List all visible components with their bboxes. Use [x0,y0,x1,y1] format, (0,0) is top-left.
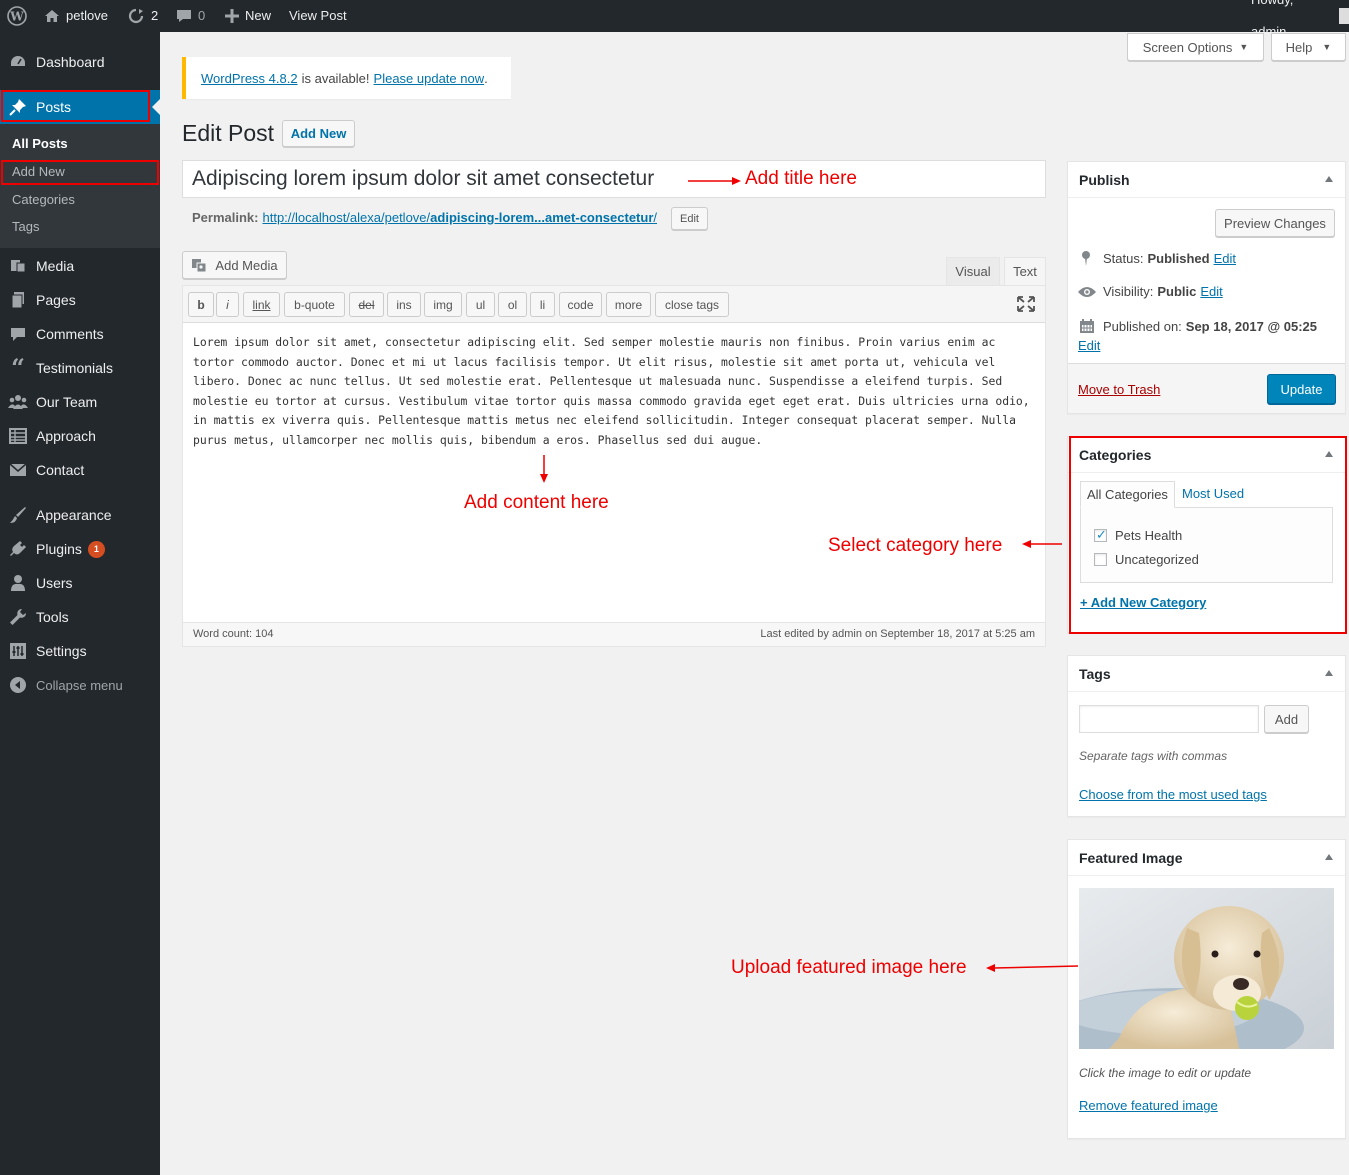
annotation-category: Select category here [828,535,1003,556]
annotation-image: Upload featured image here [731,957,967,978]
annotation-arrows [540,177,1079,972]
annotation-title: Add title here [745,168,857,189]
tab-all-categories[interactable]: All Categories [1080,481,1175,508]
annotation-content: Add content here [464,492,609,513]
